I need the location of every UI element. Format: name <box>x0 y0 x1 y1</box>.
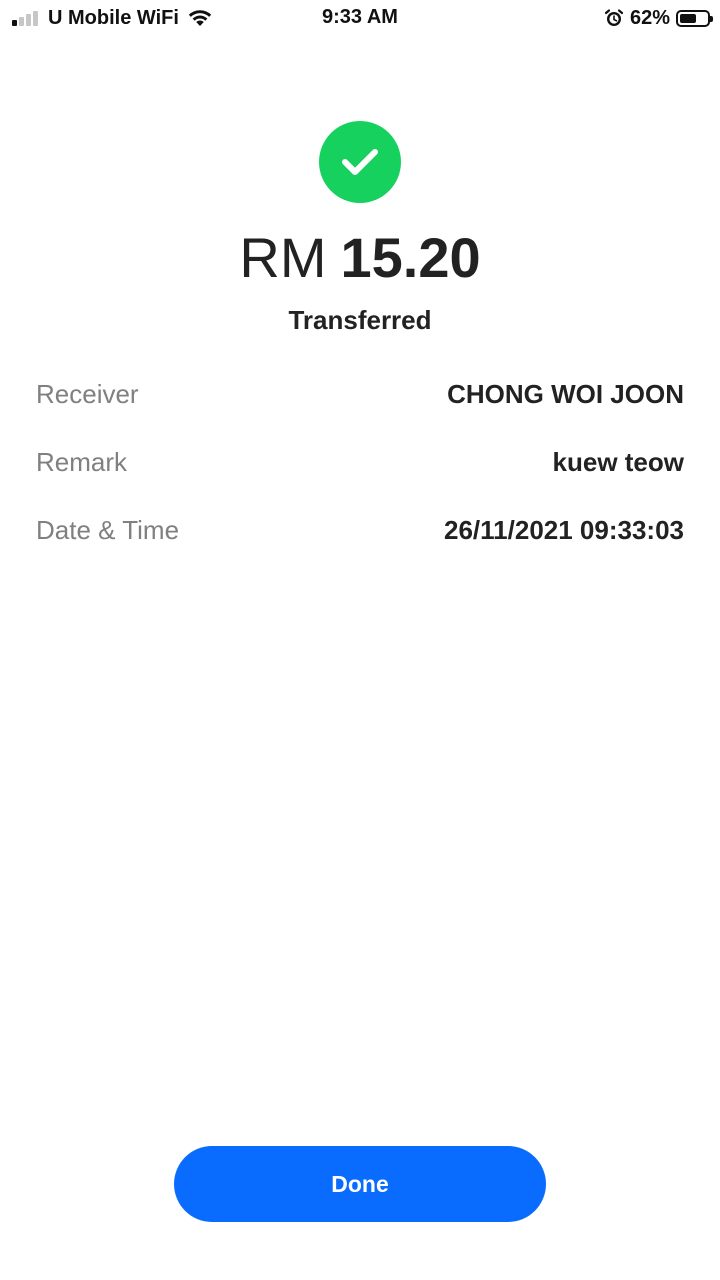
detail-row-remark: Remark kuew teow <box>36 442 684 482</box>
remark-label: Remark <box>36 446 128 477</box>
remark-value: kuew teow <box>552 446 684 477</box>
transfer-details: Receiver CHONG WOI JOON Remark kuew teow… <box>36 374 684 578</box>
transfer-status: Transferred <box>288 305 432 335</box>
battery-percent: 62% <box>629 6 670 29</box>
battery-icon <box>676 9 713 27</box>
status-bar-right: 62% <box>604 6 713 30</box>
receiver-label: Receiver <box>36 378 139 409</box>
alarm-icon <box>604 8 624 28</box>
transfer-amount: RM 15.20 <box>0 222 720 294</box>
check-icon <box>319 121 401 203</box>
status-bar: U Mobile WiFi 9:33 AM 62% <box>0 0 720 38</box>
detail-row-receiver: Receiver CHONG WOI JOON <box>36 374 684 414</box>
currency-label: RM <box>239 226 327 289</box>
amount-value: 15.20 <box>340 226 481 289</box>
done-button[interactable]: Done <box>174 1146 546 1222</box>
datetime-value: 26/11/2021 09:33:03 <box>444 514 684 545</box>
detail-row-datetime: Date & Time 26/11/2021 09:33:03 <box>36 510 684 550</box>
datetime-label: Date & Time <box>36 514 180 545</box>
receiver-value: CHONG WOI JOON <box>447 378 684 409</box>
battery-level-fill <box>680 13 696 23</box>
